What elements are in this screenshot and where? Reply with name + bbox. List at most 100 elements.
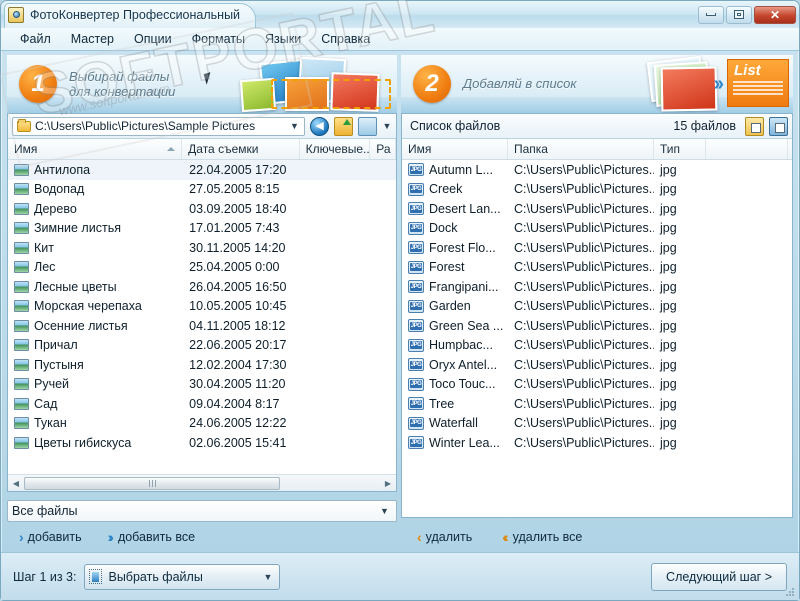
file-filter-dropdown[interactable]: Все файлы ▼	[7, 500, 397, 522]
column-header-size[interactable]: Ра	[370, 139, 396, 159]
table-row[interactable]: Сад 09.04.2004 8:17	[8, 394, 396, 414]
table-row[interactable]: JPG Forest C:\Users\Public\Pictures... jpg	[402, 258, 792, 278]
file-folder-label: C:\Users\Public\Pictures...	[514, 201, 654, 216]
menu-item-options[interactable]: Опции	[125, 29, 181, 49]
table-row[interactable]: Тукан 24.06.2005 12:22	[8, 414, 396, 434]
table-row[interactable]: JPG Winter Lea... C:\Users\Public\Pictures…	[402, 433, 792, 453]
table-row[interactable]: JPG Frangipani... C:\Users\Public\Pictures…	[402, 277, 792, 297]
file-name-label: Forest	[429, 260, 465, 275]
cell-folder: C:\Users\Public\Pictures...	[508, 397, 654, 411]
title-bar: ФотоКонвертер Профессиональный ✕	[1, 1, 799, 28]
table-row[interactable]: JPG Garden C:\Users\Public\Pictures... jpg	[402, 297, 792, 317]
file-type-label: jpg	[660, 416, 677, 431]
load-list-icon[interactable]	[745, 116, 764, 136]
scroll-thumb[interactable]	[24, 476, 281, 490]
table-row[interactable]: Лес 25.04.2005 0:00	[8, 258, 396, 278]
file-name-label: Tree	[429, 396, 455, 411]
resize-grip[interactable]	[786, 588, 796, 598]
table-row[interactable]: Лесные цветы 26.04.2005 16:50	[8, 277, 396, 297]
chevron-down-icon[interactable]: ▼	[377, 506, 392, 516]
path-input[interactable]: C:\Users\Public\Pictures\Sample Pictures…	[12, 116, 305, 136]
minimize-button[interactable]	[698, 5, 724, 24]
scroll-track[interactable]	[24, 476, 380, 490]
remove-all-button[interactable]: ‹‹ удалить все	[502, 529, 582, 545]
menu-item-formats[interactable]: Форматы	[183, 29, 254, 49]
image-file-icon	[14, 378, 29, 391]
table-row[interactable]: JPG Creek C:\Users\Public\Pictures... jpg	[402, 180, 792, 200]
column-header-extra[interactable]	[706, 139, 788, 159]
jpg-file-icon: JPG	[408, 358, 424, 372]
save-list-icon[interactable]	[769, 116, 788, 136]
table-row[interactable]: Кит 30.11.2005 14:20	[8, 238, 396, 258]
target-file-list[interactable]: JPG Autumn L... C:\Users\Public\Pictures..…	[402, 160, 792, 517]
add-all-button[interactable]: ›› добавить все	[108, 529, 195, 545]
remove-button-label: удалить	[425, 530, 473, 544]
file-folder-label: C:\Users\Public\Pictures...	[514, 279, 654, 294]
table-row[interactable]: JPG Oryx Antel... C:\Users\Public\Pictures…	[402, 355, 792, 375]
table-row[interactable]: JPG Tree C:\Users\Public\Pictures... jpg	[402, 394, 792, 414]
table-row[interactable]: Морская черепаха 10.05.2005 10:45	[8, 297, 396, 317]
table-row[interactable]: JPG Forest Flo... C:\Users\Public\Pictures…	[402, 238, 792, 258]
source-file-list[interactable]: Антилопа 22.04.2005 17:20 Водопад 27.05.200…	[8, 160, 396, 474]
menu-item-wizard[interactable]: Мастер	[62, 29, 123, 49]
table-row[interactable]: JPG Waterfall C:\Users\Public\Pictures... j…	[402, 414, 792, 434]
step-selector-value: Выбрать файлы	[108, 569, 203, 584]
jpg-file-icon: JPG	[408, 260, 424, 274]
file-folder-label: C:\Users\Public\Pictures...	[514, 221, 654, 236]
table-row[interactable]: Цветы гибискуса 02.06.2005 15:41	[8, 433, 396, 453]
restore-button[interactable]	[726, 5, 752, 24]
table-row[interactable]: JPG Autumn L... C:\Users\Public\Pictures..…	[402, 160, 792, 180]
image-file-icon	[14, 241, 29, 254]
remove-all-button-label: удалить все	[512, 530, 583, 544]
table-row[interactable]: Дерево 03.09.2005 18:40	[8, 199, 396, 219]
column-header-size-label: Ра	[376, 142, 391, 156]
cell-date: 09.04.2004 8:17	[183, 397, 301, 411]
column-header-name[interactable]: Имя	[402, 139, 508, 159]
column-header-folder-label: Папка	[514, 142, 548, 156]
add-button[interactable]: › добавить	[19, 529, 82, 545]
back-arrow-icon[interactable]: ◀	[310, 116, 329, 136]
cell-name: JPG Desert Lan...	[402, 202, 508, 216]
column-header-keywords[interactable]: Ключевые...	[300, 139, 371, 159]
table-row[interactable]: JPG Green Sea ... C:\Users\Public\Pictures…	[402, 316, 792, 336]
image-file-icon	[14, 163, 29, 176]
table-row[interactable]: Водопад 27.05.2005 8:15	[8, 180, 396, 200]
menu-item-file[interactable]: Файл	[11, 29, 60, 49]
table-row[interactable]: JPG Humpbac... C:\Users\Public\Pictures...…	[402, 336, 792, 356]
table-row[interactable]: Причал 22.06.2005 20:17	[8, 336, 396, 356]
view-dropdown-icon[interactable]: ▼	[382, 121, 392, 131]
close-button[interactable]: ✕	[754, 5, 796, 24]
cell-type: jpg	[654, 436, 706, 450]
table-row[interactable]: Зимние листья 17.01.2005 7:43	[8, 219, 396, 239]
table-row[interactable]: JPG Toco Touc... C:\Users\Public\Pictures.…	[402, 375, 792, 395]
chevron-down-icon[interactable]: ▼	[287, 121, 302, 131]
column-header-folder[interactable]: Папка	[508, 139, 654, 159]
column-header-name[interactable]: Имя	[8, 139, 183, 159]
cell-name: JPG Oryx Antel...	[402, 358, 508, 372]
table-row[interactable]: JPG Dock C:\Users\Public\Pictures... jpg	[402, 219, 792, 239]
menu-item-languages[interactable]: Языки	[256, 29, 310, 49]
menu-item-help[interactable]: Справка	[312, 29, 379, 49]
cell-name: Пустыня	[8, 358, 183, 372]
next-step-button[interactable]: Следующий шаг >	[651, 562, 787, 591]
file-type-label: jpg	[660, 435, 677, 450]
remove-button[interactable]: ‹ удалить	[417, 529, 472, 545]
source-horizontal-scrollbar[interactable]: ◀ ▶	[8, 474, 396, 491]
table-row[interactable]: Пустыня 12.02.2004 17:30	[8, 355, 396, 375]
table-row[interactable]: JPG Desert Lan... C:\Users\Public\Pictures…	[402, 199, 792, 219]
scroll-right-icon[interactable]: ▶	[380, 479, 396, 488]
scroll-left-icon[interactable]: ◀	[8, 479, 24, 488]
step-selector-dropdown[interactable]: Выбрать файлы ▼	[84, 563, 281, 590]
new-folder-icon[interactable]	[334, 116, 353, 136]
table-row[interactable]: Ручей 30.04.2005 11:20	[8, 375, 396, 395]
column-header-date[interactable]: Дата съемки	[182, 139, 300, 159]
view-mode-icon[interactable]	[358, 116, 377, 136]
cell-type: jpg	[654, 397, 706, 411]
file-name-label: Autumn L...	[429, 162, 493, 177]
cell-name: JPG Tree	[402, 397, 508, 411]
chevron-down-icon[interactable]: ▼	[260, 572, 275, 582]
table-row[interactable]: Антилопа 22.04.2005 17:20	[8, 160, 396, 180]
table-row[interactable]: Осенние листья 04.11.2005 18:12	[8, 316, 396, 336]
main-content: 1 Выбирай файлы для конвертации C:\Users…	[1, 51, 799, 552]
column-header-type[interactable]: Тип	[654, 139, 706, 159]
